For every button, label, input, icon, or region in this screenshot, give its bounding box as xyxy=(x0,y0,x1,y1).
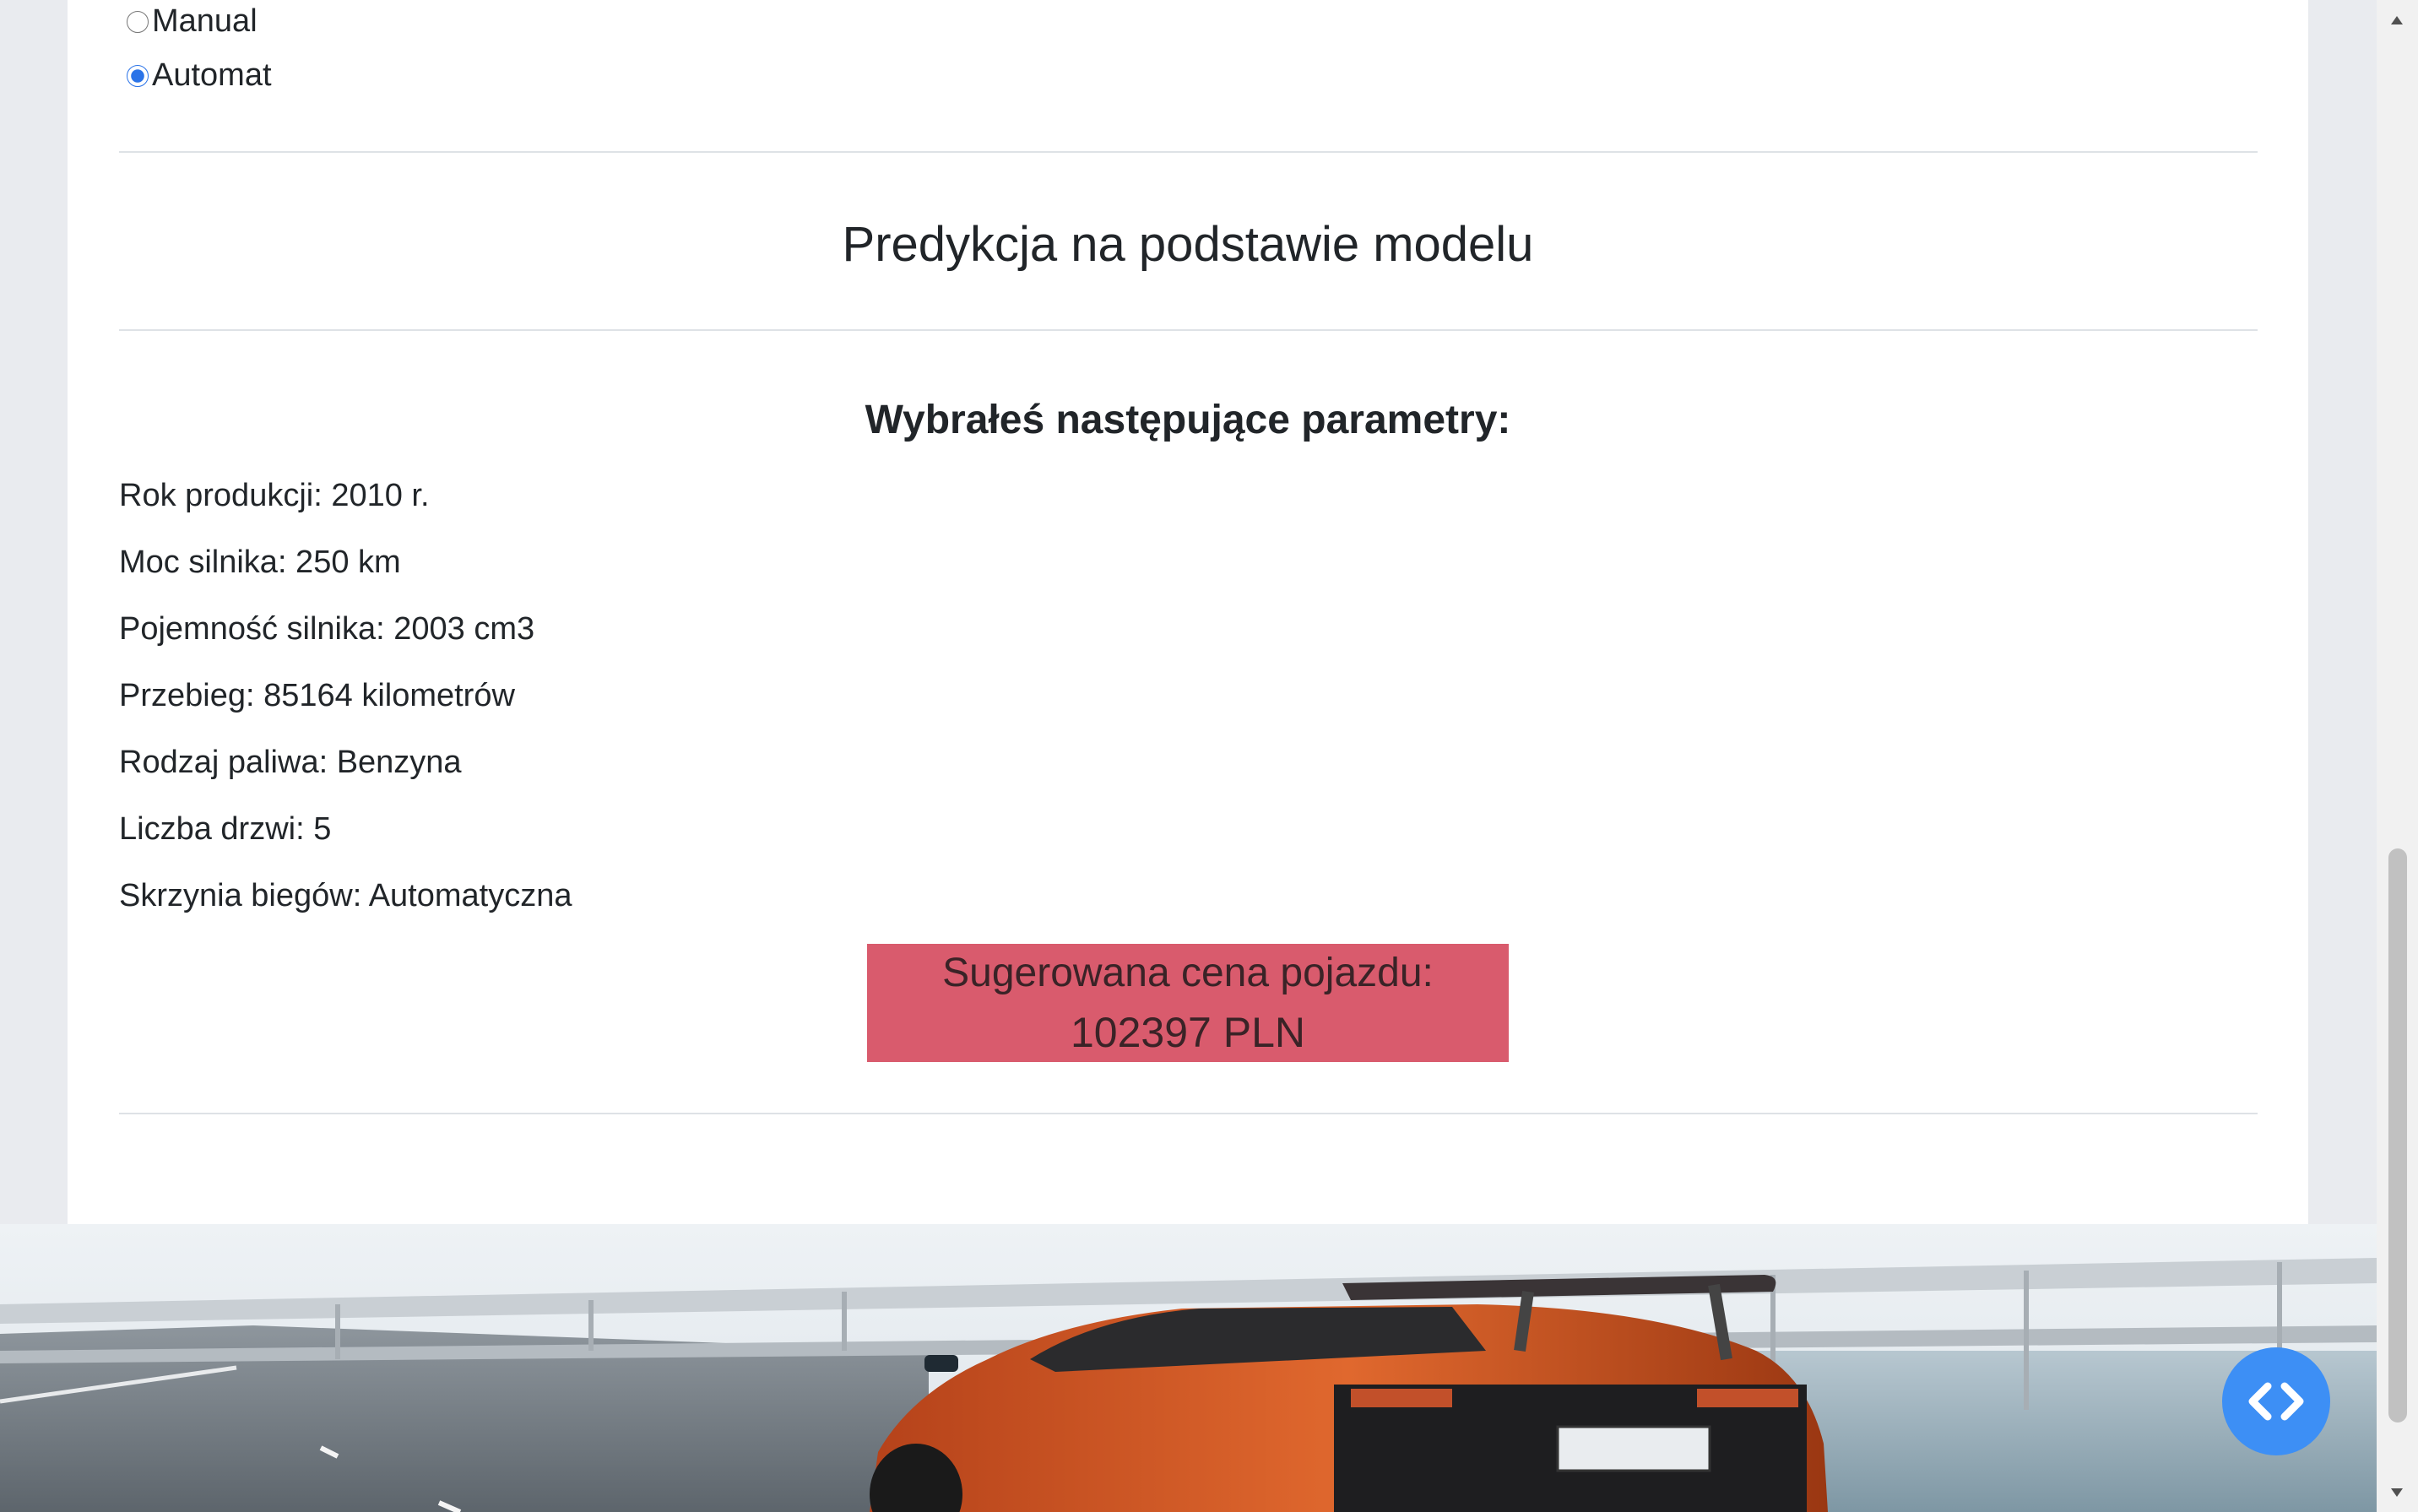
radio-automat[interactable]: Automat xyxy=(127,57,272,94)
code-nav-button[interactable] xyxy=(2222,1347,2330,1455)
section-title: Predykcja na podstawie modelu xyxy=(842,217,1534,272)
hero-car-image xyxy=(0,1224,2377,1512)
param-doors: Liczba drzwi: 5 xyxy=(119,811,332,847)
price-value: 102397 PLN xyxy=(1070,1009,1305,1056)
scroll-up-icon[interactable] xyxy=(2388,12,2405,29)
radio-automat-input[interactable] xyxy=(127,64,149,87)
divider-top xyxy=(119,151,2258,153)
divider-title xyxy=(119,329,2258,331)
price-label: Sugerowana cena pojazdu: xyxy=(942,951,1434,995)
summary-heading: Wybrałeś następujące parametry: xyxy=(865,398,1511,442)
param-mileage: Przebieg: 85164 kilometrów xyxy=(119,678,515,713)
param-capacity: Pojemność silnika: 2003 cm3 xyxy=(119,611,535,647)
scroll-down-icon[interactable] xyxy=(2388,1484,2405,1501)
price-result-box: Sugerowana cena pojazdu: 102397 PLN xyxy=(867,944,1509,1062)
radio-manual[interactable]: Manual xyxy=(127,3,258,40)
radio-manual-label: Manual xyxy=(152,3,258,39)
param-gearbox: Skrzynia biegów: Automatyczna xyxy=(119,878,572,913)
radio-automat-label: Automat xyxy=(152,57,272,93)
param-fuel: Rodzaj paliwa: Benzyna xyxy=(119,745,462,780)
scrollbar-thumb[interactable] xyxy=(2388,848,2407,1423)
param-year: Rok produkcji: 2010 r. xyxy=(119,478,430,513)
param-power: Moc silnika: 250 km xyxy=(119,545,401,580)
code-arrows-icon xyxy=(2248,1382,2304,1421)
vertical-scrollbar[interactable] xyxy=(2377,0,2418,1512)
radio-manual-input[interactable] xyxy=(127,10,149,33)
divider-bottom xyxy=(119,1113,2258,1114)
page-viewport: Manual Automat Predykcja na podstawie mo… xyxy=(0,0,2377,1512)
hero-illustration xyxy=(0,1224,2377,1512)
